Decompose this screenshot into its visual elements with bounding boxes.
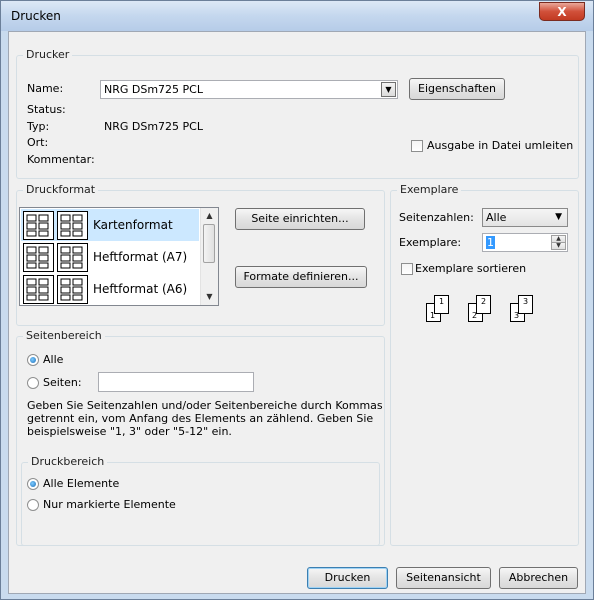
print-format-item[interactable]: Heftformat (A6)	[21, 273, 199, 305]
copies-input-value: 1	[486, 236, 495, 249]
print-to-file-checkbox[interactable]	[411, 140, 423, 152]
cancel-button-label: Abbrechen	[508, 571, 569, 584]
page-numbers-select-value: Alle	[486, 211, 507, 224]
copies-label: Exemplare:	[399, 236, 462, 249]
page-range-pages-radio[interactable]	[27, 377, 39, 389]
page-range-help-text: beispielsweise "1, 3" oder "5-12" ein.	[27, 425, 232, 438]
printer-type-label: Typ:	[27, 120, 50, 133]
print-format-label: Kartenformat	[93, 218, 173, 232]
page-range-help-text: Geben Sie Seitenzahlen und/oder Seitenbe…	[27, 399, 383, 412]
define-formats-button-label: Formate definieren...	[243, 270, 359, 283]
printer-location-label: Ort:	[27, 136, 49, 149]
printer-comment-label: Kommentar:	[27, 153, 95, 166]
page-range-all-label[interactable]: Alle	[43, 353, 63, 366]
print-all-elements-label[interactable]: Alle Elemente	[43, 477, 119, 490]
card-layout-icon	[23, 243, 54, 272]
card-layout-icon	[23, 211, 54, 240]
page-range-help-text: getrennt ein, vom Anfang des Elements an…	[27, 412, 374, 425]
print-format-label: Heftformat (A6)	[93, 282, 188, 296]
print-all-elements-radio[interactable]	[27, 478, 39, 490]
printer-status-label: Status:	[27, 103, 66, 116]
preview-button-label: Seitenansicht	[406, 571, 481, 584]
page-setup-button-label: Seite einrichten...	[251, 212, 349, 225]
scroll-thumb[interactable]	[203, 224, 215, 263]
print-marked-elements-label[interactable]: Nur markierte Elemente	[43, 498, 176, 511]
page-numbers-label: Seitenzahlen:	[399, 211, 474, 224]
spin-down-icon[interactable]: ▼	[551, 242, 566, 250]
copies-group-legend: Exemplare	[397, 183, 462, 196]
scroll-up-icon[interactable]: ▲	[201, 208, 218, 224]
print-format-group-legend: Druckformat	[23, 183, 99, 196]
window-title: Drucken	[11, 9, 61, 23]
printer-group-legend: Drucker	[23, 48, 73, 61]
title-bar[interactable]: Drucken X	[1, 1, 593, 31]
page-numbers-select[interactable]: Alle ▼	[482, 208, 568, 227]
page-range-input[interactable]	[98, 372, 254, 392]
printer-select-value: NRG DSm725 PCL	[104, 83, 203, 96]
printer-type-value: NRG DSm725 PCL	[104, 120, 203, 133]
print-to-file-label[interactable]: Ausgabe in Datei umleiten	[427, 139, 573, 152]
print-format-label: Heftformat (A7)	[93, 250, 188, 264]
collate-page: 2	[476, 295, 491, 314]
define-formats-button[interactable]: Formate definieren...	[235, 266, 367, 288]
page-range-group-legend: Seitenbereich	[23, 329, 105, 342]
chevron-down-icon: ▼	[555, 212, 562, 222]
collate-label[interactable]: Exemplare sortieren	[415, 262, 526, 275]
printer-name-label: Name:	[27, 82, 64, 95]
dialog-body: Drucker Name: NRG DSm725 PCL ▼ Eigenscha…	[8, 31, 586, 594]
close-button[interactable]: X	[539, 2, 585, 21]
copies-input[interactable]: 1 ▲ ▼	[482, 233, 568, 252]
print-marked-elements-radio[interactable]	[27, 499, 39, 511]
printer-group: Drucker	[16, 48, 579, 179]
card-layout-icon	[57, 275, 88, 304]
collate-page: 1	[434, 295, 449, 314]
scroll-down-icon[interactable]: ▼	[201, 289, 218, 305]
print-button-label: Drucken	[324, 571, 371, 584]
format-list-scrollbar[interactable]: ▲ ▼	[200, 208, 218, 305]
page-setup-button[interactable]: Seite einrichten...	[235, 208, 365, 230]
close-icon: X	[557, 5, 567, 19]
collate-checkbox[interactable]	[401, 263, 413, 275]
page-range-all-radio[interactable]	[27, 354, 39, 366]
print-format-item[interactable]: Kartenformat	[21, 209, 199, 241]
print-dialog: Drucken X Drucker Name: NRG DSm725 PCL ▼…	[0, 0, 594, 600]
card-layout-icon	[57, 211, 88, 240]
properties-button-label: Eigenschaften	[418, 82, 496, 95]
chevron-down-icon[interactable]: ▼	[381, 82, 396, 97]
print-format-item[interactable]: Heftformat (A7)	[21, 241, 199, 273]
collate-illustration: 1 1 2 2 3 3	[426, 295, 546, 325]
page-range-pages-label[interactable]: Seiten:	[43, 376, 82, 389]
collate-page: 3	[518, 295, 533, 314]
cancel-button[interactable]: Abbrechen	[499, 567, 578, 589]
print-area-group-legend: Druckbereich	[28, 455, 108, 468]
printer-select[interactable]: NRG DSm725 PCL ▼	[100, 80, 398, 99]
preview-button[interactable]: Seitenansicht	[396, 567, 491, 589]
print-button[interactable]: Drucken	[307, 567, 388, 589]
properties-button[interactable]: Eigenschaften	[409, 78, 505, 100]
card-layout-icon	[23, 275, 54, 304]
print-format-list[interactable]: Kartenformat Heftformat (A7) Heftformat …	[19, 207, 219, 306]
card-layout-icon	[57, 243, 88, 272]
